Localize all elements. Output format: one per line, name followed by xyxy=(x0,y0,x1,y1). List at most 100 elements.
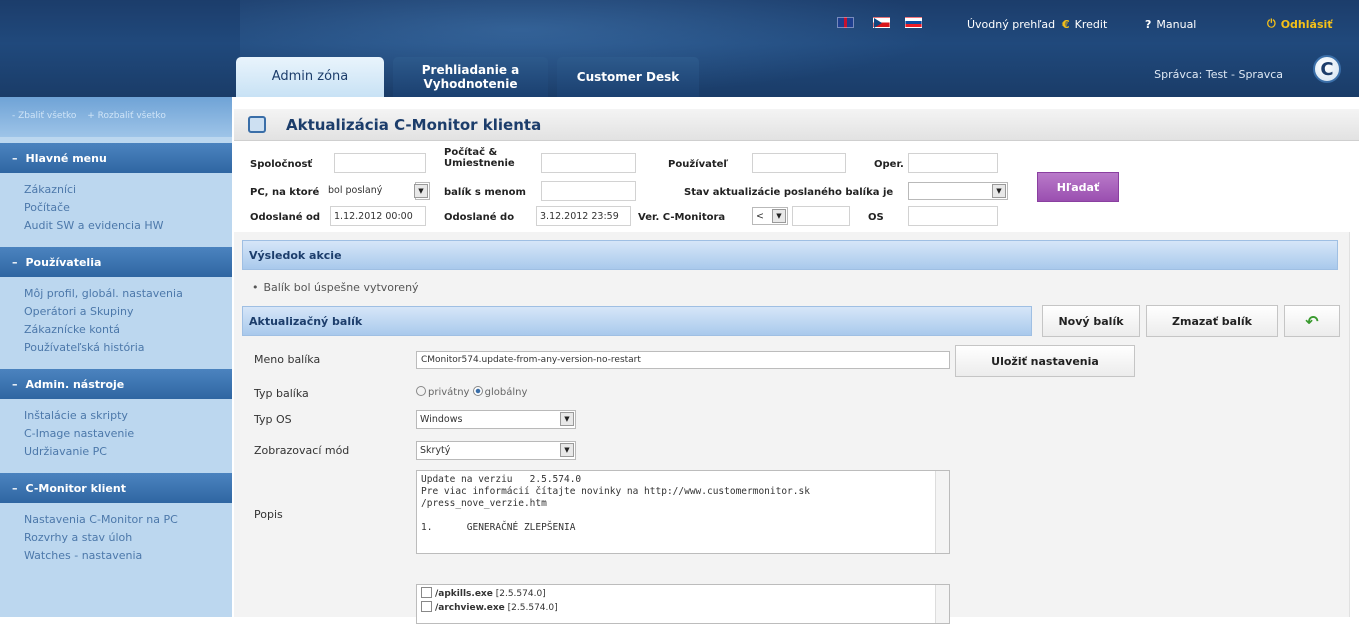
sidebar-item-c-monitor-settings[interactable]: Nastavenia C-Monitor na PC xyxy=(24,511,232,529)
monitor-icon xyxy=(248,116,266,133)
sent-to-input[interactable]: 3.12.2012 23:59 xyxy=(536,206,631,226)
nav-home-link[interactable]: Úvodný prehľad xyxy=(967,16,1055,32)
sidebar-items-main-menu: Zákazníci Počítače Audit SW a evidencia … xyxy=(0,173,232,241)
minus-icon: – xyxy=(12,151,18,165)
pc-sent-label: PC, na ktoré xyxy=(250,187,320,198)
file-list-row[interactable]: /apkills.exe [2.5.574.0] xyxy=(421,587,945,601)
tab-browse-evaluate-label: Prehliadanie a Vyhodnotenie xyxy=(421,63,520,91)
pc-sent-dropdown[interactable]: ▼ xyxy=(414,182,430,200)
sidebar-items-users: Môj profil, globál. nastavenia Operátori… xyxy=(0,277,232,363)
description-scrollbar[interactable] xyxy=(935,471,949,553)
sidebar-item-schedules[interactable]: Rozvrhy a stav úloh xyxy=(24,529,232,547)
back-arrow-icon[interactable]: ↶ xyxy=(1284,305,1340,337)
file-version: [2.5.574.0] xyxy=(495,589,546,599)
file-list-scrollbar[interactable] xyxy=(935,585,949,623)
file-name: /apkills.exe xyxy=(435,589,493,599)
power-icon: ⏻ xyxy=(1267,17,1276,30)
expand-all-link[interactable]: + Rozbaliť všetko xyxy=(87,111,166,121)
user-input[interactable] xyxy=(752,153,846,173)
company-input[interactable] xyxy=(334,153,426,173)
delete-package-button[interactable]: Zmazať balík xyxy=(1146,305,1278,337)
sidebar-item-customer-accounts[interactable]: Zákaznícke kontá xyxy=(24,321,232,339)
sidebar-section-main-menu[interactable]: – Hlavné menu xyxy=(0,143,232,173)
sidebar-section-label: Hlavné menu xyxy=(25,151,107,165)
os-filter-input[interactable] xyxy=(908,206,998,226)
description-label: Popis xyxy=(254,508,283,521)
sidebar-section-users[interactable]: – Používatelia xyxy=(0,247,232,277)
flag-sk-icon[interactable] xyxy=(905,17,922,28)
nav-manual-label: Manual xyxy=(1156,17,1197,31)
display-mode-dropdown[interactable]: Skrytý ▼ xyxy=(416,441,576,460)
sent-from-input[interactable]: 1.12.2012 00:00 xyxy=(330,206,426,226)
sidebar-item-c-image[interactable]: C-Image nastavenie xyxy=(24,425,232,443)
save-settings-button[interactable]: Uložiť nastavenia xyxy=(955,345,1135,377)
flag-cz-icon[interactable] xyxy=(873,17,890,28)
sidebar-item-watches[interactable]: Watches - nastavenia xyxy=(24,547,232,565)
computer-input[interactable] xyxy=(541,153,636,173)
version-input[interactable] xyxy=(792,206,850,226)
package-name-field[interactable]: CMonitor574.update-from-any-version-no-r… xyxy=(416,351,950,369)
sent-to-label: Odoslané do xyxy=(444,212,515,223)
sidebar-section-admin-tools[interactable]: – Admin. nástroje xyxy=(0,369,232,399)
nav-manual-link[interactable]: ? Manual xyxy=(1145,16,1196,32)
flag-uk-icon[interactable] xyxy=(837,17,854,28)
search-button[interactable]: Hľadať xyxy=(1037,172,1119,202)
file-list[interactable]: /apkills.exe [2.5.574.0] /archview.exe [… xyxy=(416,584,950,624)
tab-admin-zone[interactable]: Admin zóna xyxy=(236,57,384,97)
chevron-down-icon: ▼ xyxy=(414,184,428,198)
sidebar-section-c-monitor[interactable]: – C-Monitor klient xyxy=(0,473,232,503)
sidebar-section-label: Používatelia xyxy=(25,255,102,269)
sidebar-item-computers[interactable]: Počítače xyxy=(24,199,232,217)
sidebar: - Zbaliť všetko + Rozbaliť všetko – Hlavn… xyxy=(0,97,232,617)
tab-admin-zone-label: Admin zóna xyxy=(271,69,349,84)
filter-form: Spoločnosť Počítač & Umiestnenie Používa… xyxy=(234,141,1344,231)
version-operator-dropdown[interactable]: < ▼ xyxy=(752,207,788,225)
sidebar-item-installations[interactable]: Inštalácie a skripty xyxy=(24,407,232,425)
logo-icon: C xyxy=(1313,55,1341,83)
file-checkbox[interactable] xyxy=(421,601,432,612)
collapse-all-link[interactable]: - Zbaliť všetko xyxy=(12,111,76,121)
sidebar-item-my-profile[interactable]: Môj profil, globál. nastavenia xyxy=(24,285,232,303)
chevron-down-icon: ▼ xyxy=(772,209,786,223)
description-textarea[interactable]: Update na verziu 2.5.574.0 Pre viac info… xyxy=(416,470,950,554)
company-label: Spoločnosť xyxy=(250,159,313,170)
radio-private[interactable] xyxy=(416,386,426,396)
tab-customer-desk-label: Customer Desk xyxy=(576,70,680,84)
package-name-input[interactable] xyxy=(541,181,636,201)
new-package-button[interactable]: Nový balík xyxy=(1042,305,1140,337)
status-dropdown[interactable]: ▼ xyxy=(908,182,1008,200)
file-name: /archview.exe xyxy=(435,603,505,613)
package-name-label: Meno balíka xyxy=(254,353,321,366)
oper-label: Oper. xyxy=(874,159,904,170)
radio-global-label: globálny xyxy=(484,387,528,398)
display-mode-label: Zobrazovací mód xyxy=(254,444,350,457)
file-list-row[interactable]: /archview.exe [2.5.574.0] xyxy=(421,601,945,615)
bullet-icon: • xyxy=(252,281,259,294)
result-section-header: Výsledok akcie xyxy=(242,240,1338,270)
nav-credit-link[interactable]: € Kredit xyxy=(1062,16,1107,32)
radio-global[interactable] xyxy=(472,386,483,396)
user-label: Používateľ xyxy=(668,159,729,170)
sidebar-toggle-links: - Zbaliť všetko + Rozbaliť všetko xyxy=(0,97,232,137)
oper-input[interactable] xyxy=(908,153,998,173)
sidebar-item-operators[interactable]: Operátori a Skupiny xyxy=(24,303,232,321)
package-type-label: Typ balíka xyxy=(254,387,309,400)
minus-icon: – xyxy=(12,255,18,269)
os-type-dropdown[interactable]: Windows ▼ xyxy=(416,410,576,429)
nav-home-label: Úvodný prehľad xyxy=(967,17,1056,31)
sidebar-item-pc-maintenance[interactable]: Udržiavanie PC xyxy=(24,443,232,461)
sidebar-section-label: C-Monitor klient xyxy=(25,481,126,495)
logo-letter: C xyxy=(1320,58,1334,80)
sidebar-item-customers[interactable]: Zákazníci xyxy=(24,181,232,199)
page-title: Aktualizácia C-Monitor klienta xyxy=(286,116,542,134)
display-mode-value: Skrytý xyxy=(420,445,451,456)
file-checkbox[interactable] xyxy=(421,587,432,598)
version-operator-value: < xyxy=(756,211,764,222)
sidebar-item-audit[interactable]: Audit SW a evidencia HW xyxy=(24,217,232,235)
tab-browse-evaluate[interactable]: Prehliadanie a Vyhodnotenie xyxy=(393,57,548,97)
sidebar-item-user-history[interactable]: Používateľská história xyxy=(24,339,232,357)
tab-customer-desk[interactable]: Customer Desk xyxy=(557,57,699,97)
nav-logout-link[interactable]: ⏻ Odhlásiť xyxy=(1267,16,1333,32)
page-scrollbar[interactable] xyxy=(1349,232,1359,617)
admin-info: Správca: Test - Spravca xyxy=(1154,68,1283,81)
